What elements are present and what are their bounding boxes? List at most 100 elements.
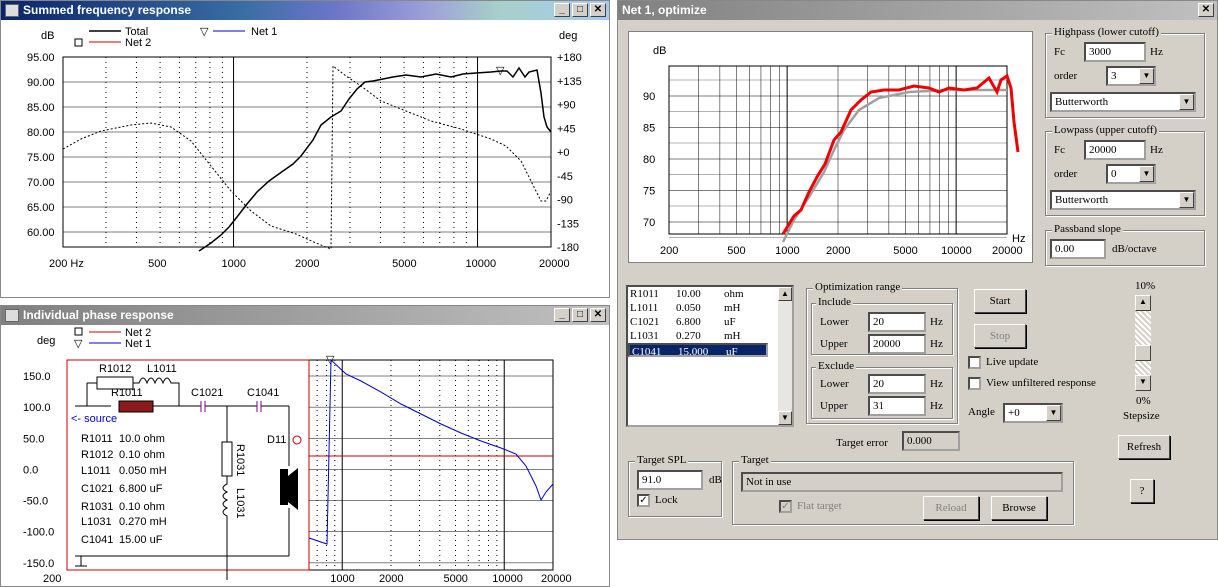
net1-marker: ▽ [326, 354, 335, 366]
x-tick-label: 5000 [443, 573, 467, 585]
exc-lower-label: Lower [820, 378, 849, 390]
y2-axis-label: deg [559, 30, 577, 42]
reload-button[interactable]: Reload [923, 496, 979, 520]
passband-group: Passband slope 0.00 dB/octave [1045, 223, 1205, 266]
inc-lower-label: Lower [820, 316, 849, 328]
list-item[interactable]: C1041 15.000 uF [628, 343, 768, 358]
target-spl-input[interactable]: 91.0 [637, 470, 703, 490]
include-group: Include Lower 20 Hz Upper 20000 Hz [811, 296, 953, 355]
lowpass-label: Lowpass (upper cutoff) [1052, 124, 1160, 136]
hp-fc-input[interactable]: 3000 [1084, 42, 1146, 62]
scroll-up-button[interactable]: ▲ [778, 287, 792, 301]
y-tick-label: -150.0 [23, 558, 54, 570]
list-cell: 15.000 [678, 346, 709, 358]
list-scrollbar[interactable]: ▲ ▼ [778, 287, 792, 425]
y-axis-label: dB [41, 30, 54, 42]
y-tick-label: 150.0 [23, 371, 51, 383]
summed-response-window: Summed frequency response _ □ ✕ dB deg T… [0, 0, 610, 298]
y-tick-label: 80.00 [27, 127, 55, 139]
angle-select[interactable]: +0 ▼ [1003, 403, 1063, 423]
inc-upper-label: Upper [820, 338, 848, 350]
exc-lower-hz: Hz [930, 378, 943, 390]
list-item[interactable]: C1021 6.800 uF [628, 315, 792, 329]
phase-response-titlebar[interactable]: Individual phase response _ □ ✕ [1, 306, 609, 325]
minimize-button[interactable]: _ [554, 3, 570, 17]
slider-thumb[interactable] [1135, 345, 1151, 361]
scroll-down-button[interactable]: ▼ [778, 411, 792, 425]
legend-box-net2 [74, 327, 83, 336]
y-tick-labels: 90 85 80 75 70 [643, 91, 655, 229]
lp-fc-input[interactable]: 20000 [1084, 140, 1146, 160]
window-app-icon [5, 309, 19, 322]
chevron-down-icon: ▼ [1179, 94, 1194, 110]
list-cell: mH [724, 330, 741, 342]
list-cell: C1021 [630, 316, 660, 328]
y2-tick-label: +45 [557, 123, 576, 135]
passband-input[interactable]: 0.00 [1050, 239, 1106, 259]
stepsize-bottom-label: 0% [1136, 395, 1151, 407]
y-tick-label: 100.0 [23, 402, 51, 414]
y-tick-label: 65.00 [27, 202, 55, 214]
stop-button[interactable]: Stop [974, 324, 1026, 348]
slider-down-button[interactable]: ▼ [1135, 375, 1151, 391]
stepsize-label: Stepsize [1123, 410, 1160, 422]
refresh-button[interactable]: Refresh [1118, 435, 1170, 459]
exc-lower-input[interactable]: 20 [868, 374, 926, 394]
live-update-checkbox[interactable] [968, 356, 981, 369]
maximize-button[interactable]: □ [572, 3, 588, 17]
target-curve [781, 88, 1007, 243]
close-button[interactable]: ✕ [590, 308, 606, 322]
window-title: Individual phase response [23, 308, 174, 322]
list-cell: L1031 [630, 330, 659, 342]
live-update-label: Live update [986, 356, 1039, 368]
maximize-button[interactable]: □ [572, 308, 588, 322]
crossover-schematic[interactable]: R1012 L1011 R1011 C1021 C1041 <- source … [66, 359, 310, 580]
hp-type-select[interactable]: Butterworth ▼ [1050, 92, 1196, 112]
component-value: 10.0 ohm [119, 433, 165, 445]
inc-upper-input[interactable]: 20000 [868, 334, 926, 354]
slider-up-button[interactable]: ▲ [1135, 295, 1151, 311]
target-field: Not in use [741, 472, 1063, 492]
x-tick-label: 200 [43, 573, 61, 585]
flat-target-checkbox[interactable]: ✓ [779, 500, 792, 513]
list-cell: 0.050 [676, 302, 701, 314]
list-item[interactable]: R1011 10.00 ohm [628, 287, 792, 301]
lp-type-value: Butterworth [1055, 194, 1109, 206]
hp-order-select[interactable]: 3 ▼ [1106, 66, 1156, 86]
chevron-down-icon: ▼ [1179, 192, 1194, 208]
component-list[interactable]: R1011 10.00 ohm L1011 0.050 mH C1021 6.800 uF L10… [626, 285, 794, 427]
lp-order-select[interactable]: 0 ▼ [1106, 164, 1156, 184]
start-button[interactable]: Start [974, 289, 1026, 313]
flat-target-label: Flat target [797, 500, 842, 512]
exc-upper-input[interactable]: 31 [868, 396, 926, 416]
hp-order-value: 3 [1111, 70, 1117, 82]
inc-lower-input[interactable]: 20 [868, 312, 926, 332]
view-unfiltered-checkbox[interactable] [968, 377, 981, 390]
help-button[interactable]: ? [1130, 479, 1154, 503]
lp-type-select[interactable]: Butterworth ▼ [1050, 190, 1196, 210]
browse-button[interactable]: Browse [991, 496, 1047, 520]
chevron-down-icon: ▼ [1139, 68, 1154, 84]
list-item[interactable]: L1011 0.050 mH [628, 301, 792, 315]
lock-checkbox[interactable]: ✓ [637, 494, 650, 507]
x-tick-label: 1000 [222, 258, 246, 270]
optimization-range-group: Optimization range Include Lower 20 Hz U… [806, 281, 958, 424]
list-item[interactable]: L1031 0.270 mH [628, 329, 792, 343]
close-button[interactable]: ✕ [1198, 3, 1214, 17]
close-button[interactable]: ✕ [590, 3, 606, 17]
minimize-button[interactable]: _ [554, 308, 570, 322]
legend-net1: Net 1 [125, 338, 151, 350]
label-r1012: R1012 [99, 363, 131, 375]
optimize-titlebar[interactable]: Net 1, optimize ✕ [618, 1, 1217, 20]
x-tick-label: 20000 [992, 245, 1023, 257]
y2-tick-label: +135 [557, 76, 582, 88]
x-tick-label: 20000 [541, 573, 572, 585]
component-value: 0.050 mH [119, 465, 167, 477]
summed-response-titlebar[interactable]: Summed frequency response _ □ ✕ [1, 1, 609, 20]
x-tick-label: 500 [727, 245, 745, 257]
target-spl-group: Target SPL 91.0 dB ✓ Lock [628, 454, 722, 517]
stepsize-slider[interactable]: ▲ ▼ [1135, 295, 1151, 391]
legend-net2: Net 2 [125, 37, 151, 49]
y2-tick-label: -45 [557, 171, 573, 183]
y2-tick-label: -135 [557, 218, 579, 230]
